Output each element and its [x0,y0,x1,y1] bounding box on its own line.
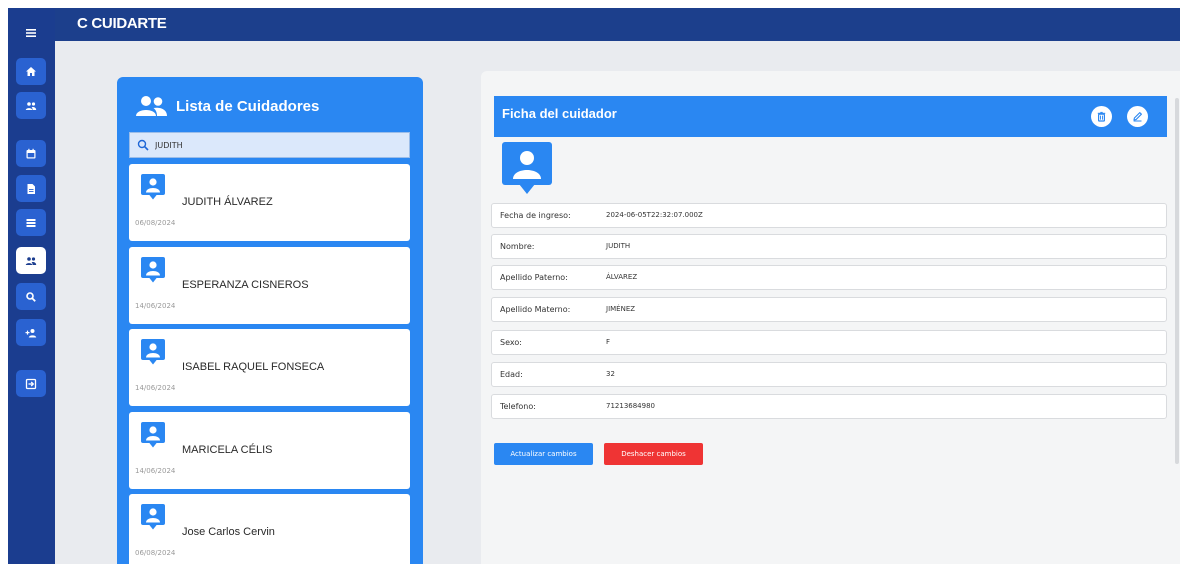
sidebar [8,8,55,564]
sidebar-item-documents[interactable] [16,175,46,202]
caregiver-date: 14/06/2024 [135,384,176,392]
field-label: Sexo: [500,338,522,347]
caregiver-avatar-icon [141,422,165,448]
field-value: 2024-06-05T22:32:07.000Z [606,211,703,219]
sidebar-item-logout[interactable] [16,370,46,397]
logout-icon [25,378,37,389]
calendar-icon [26,148,36,158]
sidebar-item-home[interactable] [16,58,46,85]
caregiver-list-header: Lista de Cuidadores [135,95,319,117]
field-value: ÁLVAREZ [606,273,638,281]
search-icon [26,291,36,302]
field-label: Nombre: [500,242,535,251]
edit-button[interactable] [1127,106,1148,127]
detail-field-row: Apellido Paterno: ÁLVAREZ [491,265,1167,290]
search-box[interactable] [129,132,410,158]
detail-field-row: Nombre: JUDITH [491,234,1167,259]
update-changes-button[interactable]: Actualizar cambios [494,443,593,465]
caregiver-date: 14/06/2024 [135,302,176,310]
field-value: 32 [606,370,615,378]
caregiver-card[interactable]: JUDITH ÁLVAREZ 06/08/2024 [129,164,410,241]
add-user-icon [25,328,37,337]
caregiver-avatar-icon [141,174,165,200]
file-icon [27,183,35,194]
pencil-icon [1133,112,1142,122]
caregiver-card[interactable]: Jose Carlos Cervin 06/08/2024 [129,494,410,564]
field-label: Edad: [500,370,523,379]
detail-field-row: Sexo: F [491,330,1167,355]
field-label: Apellido Paterno: [500,273,568,282]
field-value: JUDITH [606,242,631,250]
undo-changes-button[interactable]: Deshacer cambios [604,443,703,465]
caregiver-card[interactable]: ISABEL RAQUEL FONSECA 14/06/2024 [129,329,410,406]
caregiver-detail-header: Ficha del cuidador [494,96,1167,137]
field-label: Fecha de ingreso: [500,211,571,220]
caregiver-avatar-icon [141,339,165,365]
menu-icon [26,28,36,37]
search-input[interactable] [155,140,395,150]
users-icon [25,101,37,110]
scrollbar[interactable] [1175,98,1179,464]
caregiver-date: 14/06/2024 [135,467,176,475]
search-icon [137,139,149,151]
field-label: Telefono: [500,402,536,411]
users-icon [136,96,167,116]
delete-button[interactable] [1091,106,1112,127]
field-label: Apellido Materno: [500,305,571,314]
caregiver-name: MARICELA CÉLIS [182,444,273,456]
caregiver-avatar-icon [141,257,165,283]
caregiver-avatar-icon [141,504,165,530]
app-title: C CUIDARTE [77,15,167,32]
caregiver-name: JUDITH ÁLVAREZ [182,196,273,208]
sidebar-item-calendar[interactable] [16,140,46,167]
field-value: F [606,338,611,346]
menu-button[interactable] [16,19,46,46]
caregiver-card[interactable]: MARICELA CÉLIS 14/06/2024 [129,412,410,489]
list-icon [26,218,36,227]
caregiver-date: 06/08/2024 [135,219,176,227]
app-header: C CUIDARTE [55,8,1180,41]
sidebar-item-search[interactable] [16,283,46,310]
detail-title: Ficha del cuidador [502,106,617,121]
sidebar-item-caregivers[interactable] [16,247,46,274]
caregiver-date: 06/08/2024 [135,549,176,557]
caregiver-list-panel: Lista de Cuidadores JUDITH ÁLVAREZ 06/08/… [117,77,423,564]
caregivers-icon [25,256,37,265]
caregiver-name: Jose Carlos Cervin [182,526,275,538]
field-value: JIMÉNEZ [606,305,636,313]
sidebar-item-list[interactable] [16,209,46,236]
caregiver-name: ISABEL RAQUEL FONSECA [182,361,325,373]
sidebar-item-users[interactable] [16,92,46,119]
detail-field-row: Fecha de ingreso: 2024-06-05T22:32:07.000… [491,203,1167,228]
caregiver-name: ESPERANZA CISNEROS [182,279,309,291]
caregiver-card[interactable]: ESPERANZA CISNEROS 14/06/2024 [129,247,410,324]
detail-field-row: Edad: 32 [491,362,1167,387]
detail-field-row: Apellido Materno: JIMÉNEZ [491,297,1167,322]
home-icon [26,66,36,76]
trash-icon [1097,111,1106,122]
field-value: 71213684980 [606,402,655,410]
detail-field-row: Telefono: 71213684980 [491,394,1167,419]
caregiver-avatar-icon [502,142,552,194]
sidebar-item-add-user[interactable] [16,319,46,346]
caregiver-list-title: Lista de Cuidadores [176,97,320,115]
